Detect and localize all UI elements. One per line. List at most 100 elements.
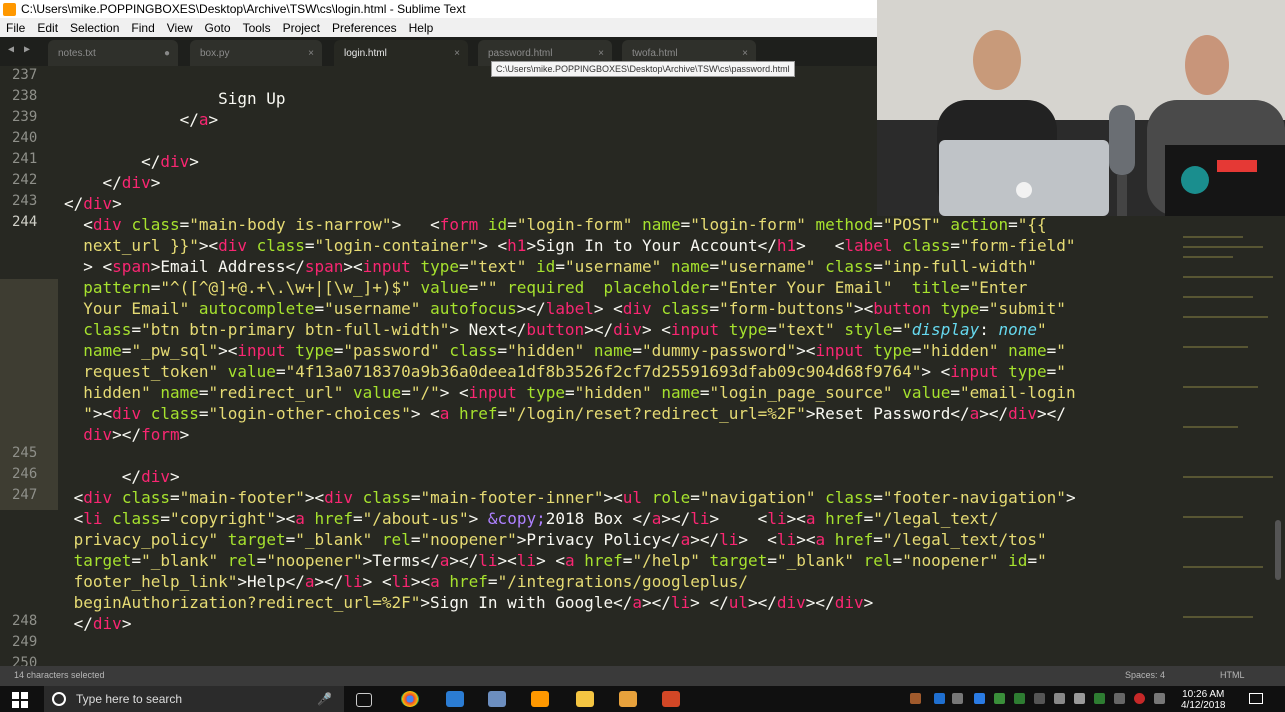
app-icon[interactable] (619, 691, 637, 707)
close-icon[interactable]: × (598, 48, 604, 59)
file-explorer-icon[interactable] (576, 691, 594, 707)
tab-notes[interactable]: notes.txt ● (48, 40, 178, 66)
code-line-247-wrap: privacy_policy" target="_blank" rel="noo… (73, 530, 1047, 549)
tray-icon[interactable] (1134, 693, 1145, 704)
code-line-244: <div class="main-body is-narrow"> <form … (83, 215, 1047, 234)
line-number: 237 (12, 67, 38, 83)
dirty-dot-icon[interactable]: ● (164, 48, 170, 59)
chrome-icon[interactable] (401, 691, 419, 707)
windows-start-icon[interactable] (12, 692, 28, 708)
menu-find[interactable]: Find (125, 21, 160, 35)
menu-project[interactable]: Project (277, 21, 326, 35)
taskbar-clock[interactable]: 10:26 AM 4/12/2018 (1181, 689, 1226, 711)
tab-box[interactable]: box.py × (190, 40, 322, 66)
code-line-238: Sign Up (218, 89, 286, 108)
code-line-244-wrap: pattern="^([^@]+@.+\.\w+|[\w_]+)$" value… (83, 278, 1028, 297)
menu-goto[interactable]: Goto (199, 21, 237, 35)
code-line-239: </a> (179, 110, 219, 129)
indentation-status[interactable]: Spaces: 4 (1125, 670, 1165, 680)
line-number: 246 (12, 466, 38, 482)
tray-icon[interactable] (974, 693, 985, 704)
line-number: 242 (12, 172, 38, 188)
tab-label: password.html (488, 47, 553, 59)
code-line-244-wrap: > <span>Email Address</span><input type=… (83, 257, 1037, 276)
code-line-247-wrap: <li class="copyright"><a href="/about-us… (64, 509, 999, 528)
code-line-241: </div> (141, 152, 199, 171)
status-bar: 14 characters selected Spaces: 4 HTML (0, 666, 1285, 686)
line-number: 239 (12, 109, 38, 125)
tray-icon[interactable] (952, 693, 963, 704)
menu-edit[interactable]: Edit (31, 21, 64, 35)
microphone-icon[interactable]: 🎤 (317, 692, 332, 706)
sublime-app-icon (3, 2, 16, 16)
cortana-icon (52, 692, 66, 706)
task-view-icon[interactable] (356, 693, 372, 707)
menu-selection[interactable]: Selection (64, 21, 125, 35)
code-line-244-wrap: "><div class="login-other-choices"> <a h… (83, 404, 1066, 423)
menu-view[interactable]: View (161, 21, 199, 35)
line-number: 241 (12, 151, 38, 167)
window-title: C:\Users\mike.POPPINGBOXES\Desktop\Archi… (21, 2, 466, 16)
powerpoint-icon[interactable] (662, 691, 680, 707)
window-titlebar: C:\Users\mike.POPPINGBOXES\Desktop\Archi… (0, 0, 877, 18)
code-line-242: </div> (102, 173, 161, 192)
windows-taskbar: Type here to search 🎤 10:26 AM 4/12/2018 (0, 686, 1285, 712)
close-icon[interactable]: × (308, 48, 314, 59)
taskbar-search-box[interactable]: Type here to search 🎤 (44, 686, 344, 712)
tab-scroll-arrows-icon[interactable]: ◀ ▶ (8, 44, 32, 55)
tray-icon[interactable] (910, 693, 921, 704)
tab-label: login.html (344, 47, 387, 59)
close-icon[interactable]: × (742, 48, 748, 59)
webcam-video-overlay (877, 0, 1285, 216)
code-line-244-wrap: request_token" value="4f13a0718370a9b36a… (83, 362, 1066, 381)
line-number: 238 (12, 88, 38, 104)
tab-label: notes.txt (58, 47, 96, 59)
line-number: 240 (12, 130, 38, 146)
tray-icon[interactable] (994, 693, 1005, 704)
menu-file[interactable]: File (0, 21, 31, 35)
network-icon[interactable] (1114, 693, 1125, 704)
code-line-244-wrap: class="btn btn-primary btn-full-width"> … (83, 320, 1047, 339)
syntax-status[interactable]: HTML (1220, 670, 1245, 680)
line-number: 245 (12, 445, 38, 461)
code-line-244-wrap: div></form> (83, 425, 190, 444)
code-line-246: </div> (121, 467, 180, 486)
tab-path-tooltip: C:\Users\mike.POPPINGBOXES\Desktop\Archi… (491, 61, 795, 77)
menu-preferences[interactable]: Preferences (326, 21, 403, 35)
tray-icon[interactable] (1094, 693, 1105, 704)
menu-bar: File Edit Selection Find View Goto Tools… (0, 18, 877, 37)
tray-icon[interactable] (1014, 693, 1025, 704)
menu-help[interactable]: Help (403, 21, 440, 35)
tab-login[interactable]: login.html × (334, 40, 468, 66)
app-icon[interactable] (446, 691, 464, 707)
bluetooth-icon[interactable] (934, 693, 945, 704)
tray-icon[interactable] (1054, 693, 1065, 704)
tab-label: twofa.html (632, 47, 678, 59)
code-line-247-wrap: target="_blank" rel="noopener">Terms</a>… (73, 551, 1047, 570)
tab-label: box.py (200, 47, 230, 59)
code-line-244-wrap: next_url }}"><div class="login-container… (83, 236, 1076, 255)
scrollbar-thumb[interactable] (1275, 520, 1281, 580)
search-placeholder: Type here to search (76, 692, 183, 706)
tray-icon[interactable] (1034, 693, 1045, 704)
line-number: 243 (12, 193, 38, 209)
selection-status: 14 characters selected (14, 670, 105, 680)
code-line-243: </div> (64, 194, 122, 213)
close-icon[interactable]: × (454, 48, 460, 59)
volume-icon[interactable] (1154, 693, 1165, 704)
line-number: 248 (12, 613, 38, 629)
minimap[interactable] (1175, 216, 1285, 666)
line-number: 249 (12, 634, 38, 650)
app-icon[interactable] (488, 691, 506, 707)
webcam-people-illustration (877, 0, 1285, 216)
notifications-icon[interactable] (1249, 693, 1263, 704)
code-line-244-wrap: hidden" name="redirect_url" value="/"> <… (83, 383, 1076, 402)
clock-time: 10:26 AM (1182, 689, 1225, 700)
sublime-taskbar-icon[interactable] (531, 691, 549, 707)
code-line-247-wrap: footer_help_link">Help</a></li> <li><a h… (73, 572, 749, 591)
tray-icon[interactable] (1074, 693, 1085, 704)
code-line-244-wrap: Your Email" autocomplete="username" auto… (83, 299, 1066, 318)
code-line-248: </div> (64, 614, 132, 633)
menu-tools[interactable]: Tools (237, 21, 277, 35)
line-number: 247 (12, 487, 38, 503)
